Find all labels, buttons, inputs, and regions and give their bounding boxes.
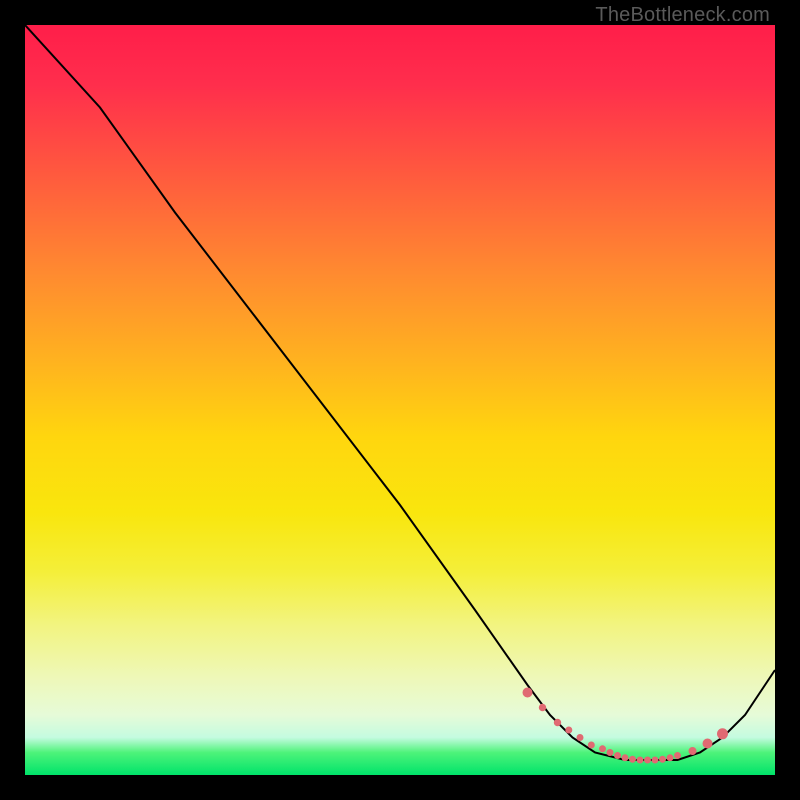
marker-dot [554, 719, 560, 725]
marker-dot [660, 756, 666, 762]
marker-dot [607, 750, 613, 756]
marker-dot [689, 748, 696, 755]
marker-dot [539, 704, 545, 710]
marker-dot [566, 727, 572, 733]
marker-dot [600, 746, 606, 752]
marker-dot [675, 753, 681, 759]
marker-dot [615, 753, 621, 759]
marker-dot [588, 742, 594, 748]
marker-dot [637, 757, 643, 763]
marker-dot [652, 757, 658, 763]
bottleneck-curve [25, 25, 775, 760]
marker-dot [645, 757, 651, 763]
marker-dot [622, 755, 628, 761]
marker-dot [577, 735, 583, 741]
marker-dot [703, 739, 712, 748]
marker-dot [718, 729, 728, 739]
marker-dot [523, 688, 532, 697]
chart-frame: TheBottleneck.com [0, 0, 800, 800]
plot-area [25, 25, 775, 775]
chart-svg [25, 25, 775, 775]
optimal-range-markers [523, 688, 728, 763]
marker-dot [630, 756, 636, 762]
watermark-text: TheBottleneck.com [595, 4, 770, 27]
marker-dot [667, 755, 673, 761]
